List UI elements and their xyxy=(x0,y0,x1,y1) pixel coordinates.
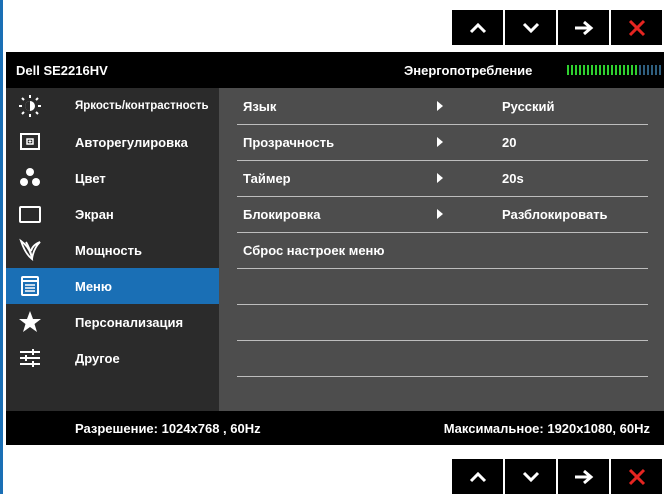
exit-button[interactable] xyxy=(611,459,662,494)
setting-label: Прозрачность xyxy=(243,135,335,150)
energy-meter-bar xyxy=(647,65,649,75)
energy-meter-bar xyxy=(599,65,601,75)
energy-meter-bar xyxy=(611,65,613,75)
exit-button[interactable] xyxy=(611,10,662,45)
display-icon xyxy=(18,202,42,226)
setting-row-menu-reset[interactable]: Сброс настроек меню xyxy=(237,232,648,269)
setting-label: Сброс настроек меню xyxy=(243,243,385,258)
setting-value: 20 xyxy=(502,135,517,150)
menu-item-menu[interactable]: Меню xyxy=(6,268,219,304)
chevron-up-icon xyxy=(469,471,486,482)
close-icon xyxy=(628,468,645,485)
up-button[interactable] xyxy=(452,459,503,494)
setting-row-lock[interactable]: Блокировка Разблокировать xyxy=(237,196,648,233)
energy-meter-bar xyxy=(643,65,645,75)
menu-item-label: Меню xyxy=(75,279,113,294)
menu-item-label: Экран xyxy=(75,207,114,222)
arrow-right-icon xyxy=(437,173,443,183)
arrow-right-icon xyxy=(437,137,443,147)
enter-button[interactable] xyxy=(558,10,609,45)
main-menu: Яркость/контрастность Авторегулировка Цв… xyxy=(6,88,219,411)
setting-label: Язык xyxy=(243,99,277,114)
menu-item-color[interactable]: Цвет xyxy=(6,160,219,196)
energy-meter-bar xyxy=(607,65,609,75)
energy-meter-bar xyxy=(623,65,625,75)
energy-meter-bar xyxy=(571,65,573,75)
menu-item-display[interactable]: Экран xyxy=(6,196,219,232)
brightness-icon xyxy=(18,94,42,118)
sliders-icon xyxy=(18,346,42,370)
current-resolution: Разрешение: 1024x768 , 60Hz xyxy=(75,421,261,436)
energy-meter-bar xyxy=(651,65,653,75)
enter-button[interactable] xyxy=(558,459,609,494)
energy-meter-bar xyxy=(587,65,589,75)
energy-meter xyxy=(567,65,663,75)
setting-value: Русский xyxy=(502,99,555,114)
setting-label: Блокировка xyxy=(243,207,321,222)
menu-item-label: Яркость/контрастность xyxy=(75,100,209,112)
menu-icon xyxy=(18,274,42,298)
energy-meter-bar xyxy=(567,65,569,75)
osd-panel: Dell SE2216HV Энергопотребление Яркость/… xyxy=(6,52,664,445)
close-icon xyxy=(628,19,645,36)
setting-value: 20s xyxy=(502,171,524,186)
energy-meter-bar xyxy=(603,65,605,75)
osd-footer: Разрешение: 1024x768 , 60Hz Максимальное… xyxy=(6,411,664,445)
setting-value: Разблокировать xyxy=(502,207,608,222)
setting-row-empty xyxy=(237,268,648,305)
arrow-right-icon xyxy=(574,20,593,35)
chevron-down-icon xyxy=(522,22,539,33)
menu-item-brightness-contrast[interactable]: Яркость/контрастность xyxy=(6,88,219,124)
menu-item-label: Мощность xyxy=(75,243,142,258)
energy-meter-bar xyxy=(615,65,617,75)
setting-row-timer[interactable]: Таймер 20s xyxy=(237,160,648,197)
down-button[interactable] xyxy=(505,459,556,494)
max-resolution: Максимальное: 1920x1080, 60Hz xyxy=(443,421,650,436)
setting-row-language[interactable]: Язык Русский xyxy=(237,88,648,125)
bottom-button-bar xyxy=(452,459,664,494)
energy-meter-bar xyxy=(639,65,641,75)
energy-meter-bar xyxy=(627,65,629,75)
energy-meter-bar xyxy=(583,65,585,75)
menu-item-label: Персонализация xyxy=(75,315,184,330)
setting-row-empty xyxy=(237,304,648,341)
energy-meter-bar xyxy=(579,65,581,75)
menu-item-other[interactable]: Другое xyxy=(6,340,219,376)
arrow-right-icon xyxy=(437,101,443,111)
energy-meter-bar xyxy=(659,65,661,75)
model-name: Dell SE2216HV xyxy=(16,63,108,78)
menu-item-auto-adjust[interactable]: Авторегулировка xyxy=(6,124,219,160)
energy-meter-bar xyxy=(595,65,597,75)
menu-item-personalize[interactable]: Персонализация xyxy=(6,304,219,340)
star-icon xyxy=(18,310,42,334)
menu-item-label: Другое xyxy=(75,351,120,366)
energy-meter-bar xyxy=(575,65,577,75)
chevron-down-icon xyxy=(522,471,539,482)
energy-meter-bar xyxy=(631,65,633,75)
arrow-right-icon xyxy=(574,469,593,484)
setting-row-empty xyxy=(237,340,648,377)
settings-panel: Язык Русский Прозрачность 20 Таймер 20s … xyxy=(219,88,664,411)
auto-adjust-icon xyxy=(18,130,42,154)
menu-item-label: Цвет xyxy=(75,171,106,186)
energy-meter-bar xyxy=(655,65,657,75)
chevron-up-icon xyxy=(469,22,486,33)
down-button[interactable] xyxy=(505,10,556,45)
energy-meter-bar xyxy=(619,65,621,75)
menu-item-power[interactable]: Мощность xyxy=(6,232,219,268)
setting-row-transparency[interactable]: Прозрачность 20 xyxy=(237,124,648,161)
energy-label: Энергопотребление xyxy=(404,63,533,78)
energy-meter-bar xyxy=(635,65,637,75)
setting-label: Таймер xyxy=(243,171,291,186)
up-button[interactable] xyxy=(452,10,503,45)
color-icon xyxy=(18,166,42,190)
menu-item-label: Авторегулировка xyxy=(75,135,188,150)
energy-meter-bar xyxy=(591,65,593,75)
osd-header: Dell SE2216HV Энергопотребление xyxy=(6,52,664,88)
top-button-bar xyxy=(452,10,664,45)
left-edge-strip xyxy=(0,0,3,494)
power-icon xyxy=(18,238,42,262)
arrow-right-icon xyxy=(437,209,443,219)
